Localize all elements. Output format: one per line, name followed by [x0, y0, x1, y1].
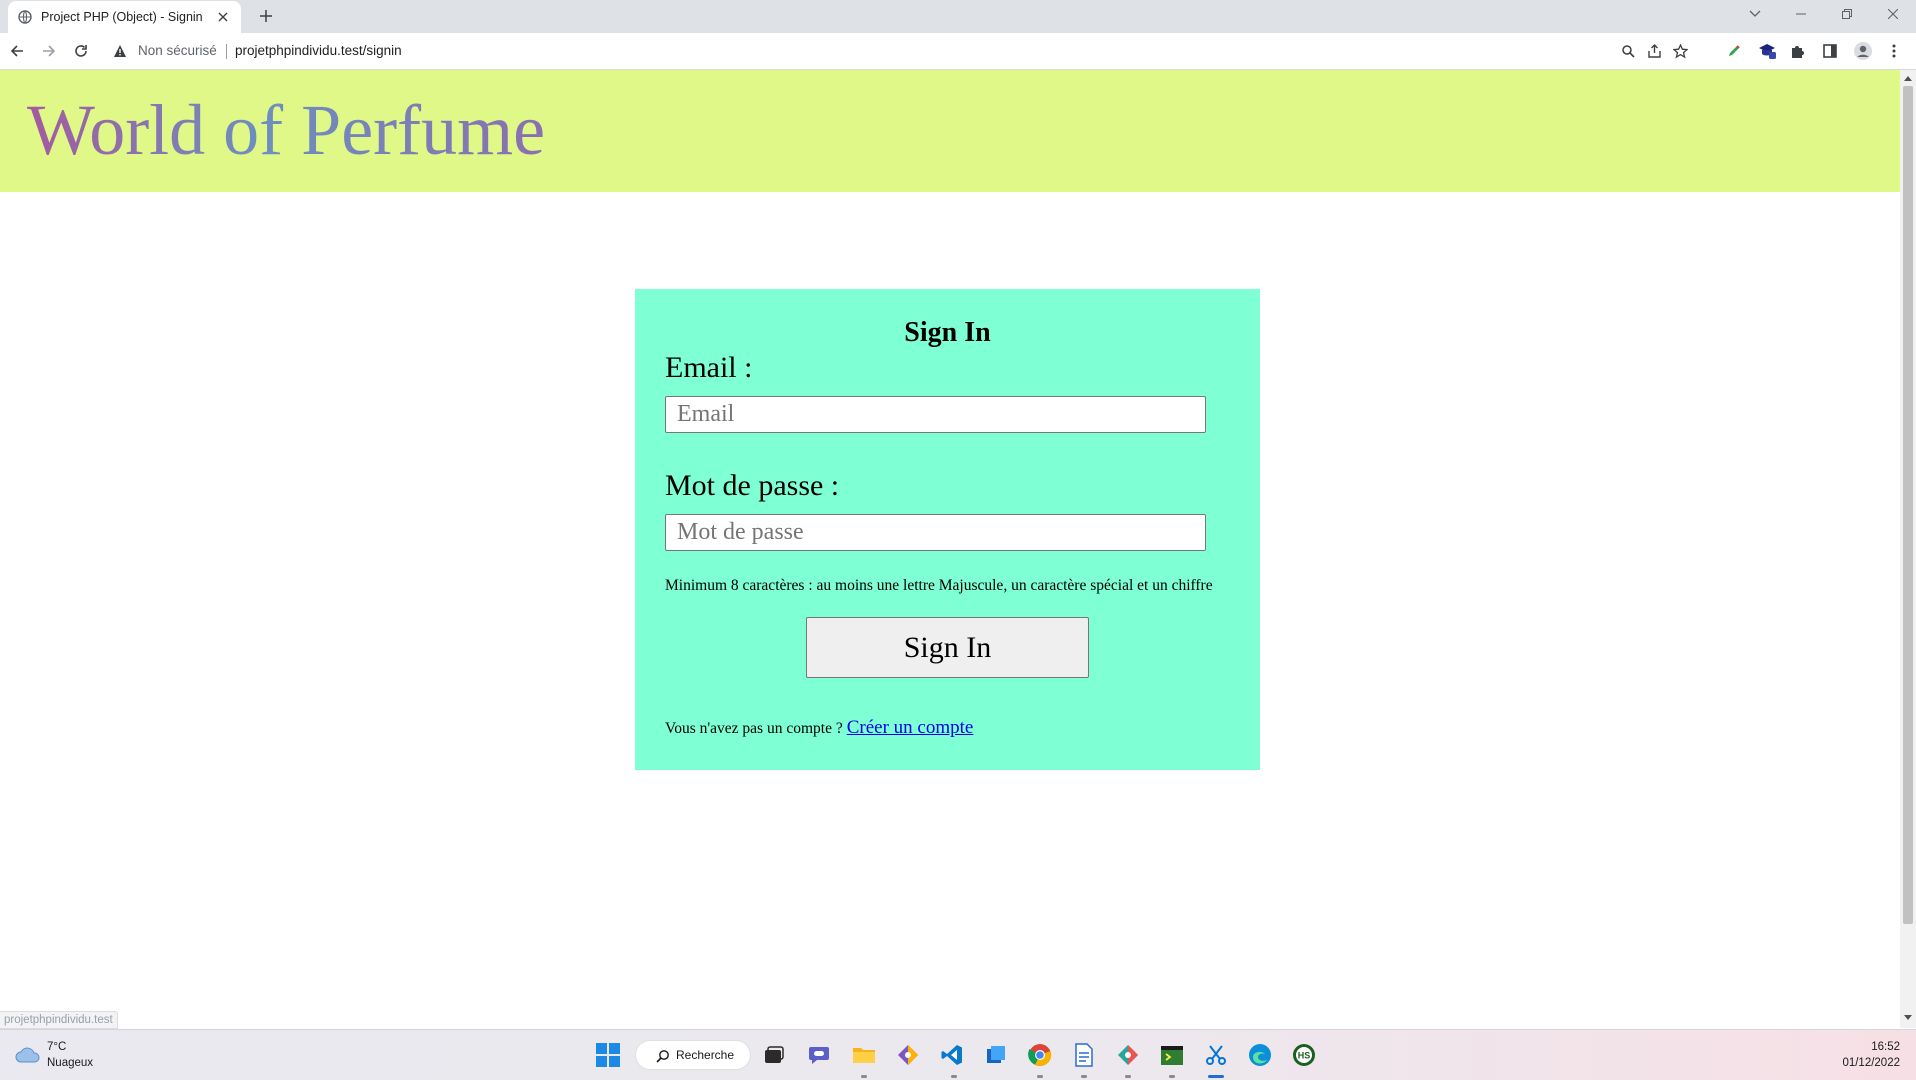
create-account-link[interactable]: Créer un compte: [847, 717, 974, 738]
password-label: Mot de passe :: [665, 469, 840, 502]
share-icon[interactable]: [1645, 42, 1663, 60]
notepad-icon[interactable]: [1071, 1042, 1097, 1068]
start-icon[interactable]: [596, 1043, 620, 1067]
hs-app-icon[interactable]: HS: [1291, 1042, 1317, 1068]
form-title: Sign In: [904, 317, 991, 348]
browser-tab-strip: Project PHP (Object) - Signin: [0, 0, 1916, 33]
task-view-icon[interactable]: [761, 1042, 787, 1068]
scroll-down-icon[interactable]: [1904, 1014, 1912, 1022]
browser-toolbar: Non sécurisé projetphpindividu.test/sign…: [0, 33, 1916, 70]
zoom-search-icon[interactable]: [1619, 42, 1637, 60]
scrollbar-thumb[interactable]: [1903, 86, 1913, 924]
close-window-icon[interactable]: [1870, 0, 1916, 28]
security-status[interactable]: Non sécurisé: [138, 43, 217, 58]
site-title: World of Perfume: [27, 90, 546, 170]
signup-question: Vous n'avez pas un compte ?: [665, 720, 843, 737]
vertical-scrollbar[interactable]: [1900, 70, 1916, 1028]
clock-date[interactable]: 01/12/2022: [1830, 1057, 1900, 1069]
browser-tab[interactable]: Project PHP (Object) - Signin: [8, 1, 241, 33]
active-app-indicator: [1208, 1075, 1224, 1078]
edge-icon[interactable]: [1247, 1042, 1273, 1068]
terminal-icon[interactable]: [1159, 1042, 1185, 1068]
office-icon[interactable]: [983, 1042, 1009, 1068]
email-label: Email :: [665, 351, 753, 384]
svg-text:HS: HS: [1298, 1051, 1311, 1061]
profile-avatar-icon[interactable]: [1853, 41, 1873, 61]
password-field[interactable]: [665, 514, 1206, 551]
chrome-icon[interactable]: [1027, 1042, 1053, 1068]
bookmark-star-icon[interactable]: [1671, 42, 1689, 60]
warning-icon[interactable]: [113, 44, 127, 58]
site-header: World of Perfume: [0, 70, 1900, 192]
teams-chat-icon[interactable]: [807, 1042, 833, 1068]
scroll-up-icon[interactable]: [1904, 74, 1912, 82]
side-panel-icon[interactable]: [1820, 41, 1840, 61]
new-tab-icon[interactable]: [256, 6, 276, 26]
globe-icon: [18, 10, 32, 24]
page-viewport: World of Perfume Sign In Email : Mot de …: [0, 70, 1900, 1028]
kebab-menu-icon[interactable]: [1884, 41, 1904, 61]
close-tab-icon[interactable]: [215, 9, 231, 25]
taskbar-search[interactable]: Recherche: [635, 1040, 751, 1070]
weather-description[interactable]: Nuageux: [47, 1057, 93, 1069]
running-indicator: [861, 1075, 867, 1078]
git-client-icon[interactable]: [895, 1042, 921, 1068]
restore-icon[interactable]: [1824, 0, 1870, 28]
extension-cap-icon[interactable]: [1757, 41, 1777, 61]
extensions-puzzle-icon[interactable]: [1787, 41, 1807, 61]
running-indicator: [1081, 1075, 1087, 1078]
minimize-icon[interactable]: [1778, 0, 1824, 28]
url-text[interactable]: projetphpindividu.test/signin: [235, 43, 402, 58]
back-icon[interactable]: [6, 40, 28, 62]
weather-temperature[interactable]: 7°C: [47, 1041, 66, 1053]
snipping-tool-icon[interactable]: [1203, 1042, 1229, 1068]
git-client-icon-2[interactable]: [1115, 1042, 1141, 1068]
sign-in-button[interactable]: Sign In: [806, 617, 1089, 678]
email-field[interactable]: [665, 396, 1206, 433]
search-label: Recherche: [676, 1048, 735, 1062]
cloud-weather-icon[interactable]: [14, 1044, 42, 1064]
divider: [226, 44, 227, 59]
running-indicator: [1125, 1075, 1131, 1078]
forward-icon[interactable]: [38, 40, 60, 62]
running-indicator: [951, 1075, 957, 1078]
address-bar[interactable]: Non sécurisé projetphpindividu.test/sign…: [103, 37, 1760, 65]
tab-search-chevron-icon[interactable]: [1732, 0, 1778, 28]
taskbar: 7°C Nuageux Recherche HS 16:52 01/12/202…: [0, 1029, 1916, 1080]
reload-icon[interactable]: [70, 40, 92, 62]
signin-card: Sign In Email : Mot de passe : Minimum 8…: [635, 289, 1260, 770]
signup-prompt: Vous n'avez pas un compte ? Créer un com…: [665, 717, 973, 739]
running-indicator: [1169, 1075, 1175, 1078]
link-status-bubble: projetphpindividu.test: [0, 1011, 118, 1029]
search-icon: [656, 1049, 670, 1063]
file-explorer-icon[interactable]: [851, 1042, 877, 1068]
running-indicator: [1037, 1075, 1043, 1078]
extension-pen-icon[interactable]: [1724, 41, 1744, 61]
clock-time[interactable]: 16:52: [1860, 1041, 1900, 1053]
tab-title: Project PHP (Object) - Signin: [41, 10, 203, 24]
password-hint: Minimum 8 caractères : au moins une lett…: [665, 577, 1213, 594]
vscode-icon[interactable]: [939, 1042, 965, 1068]
